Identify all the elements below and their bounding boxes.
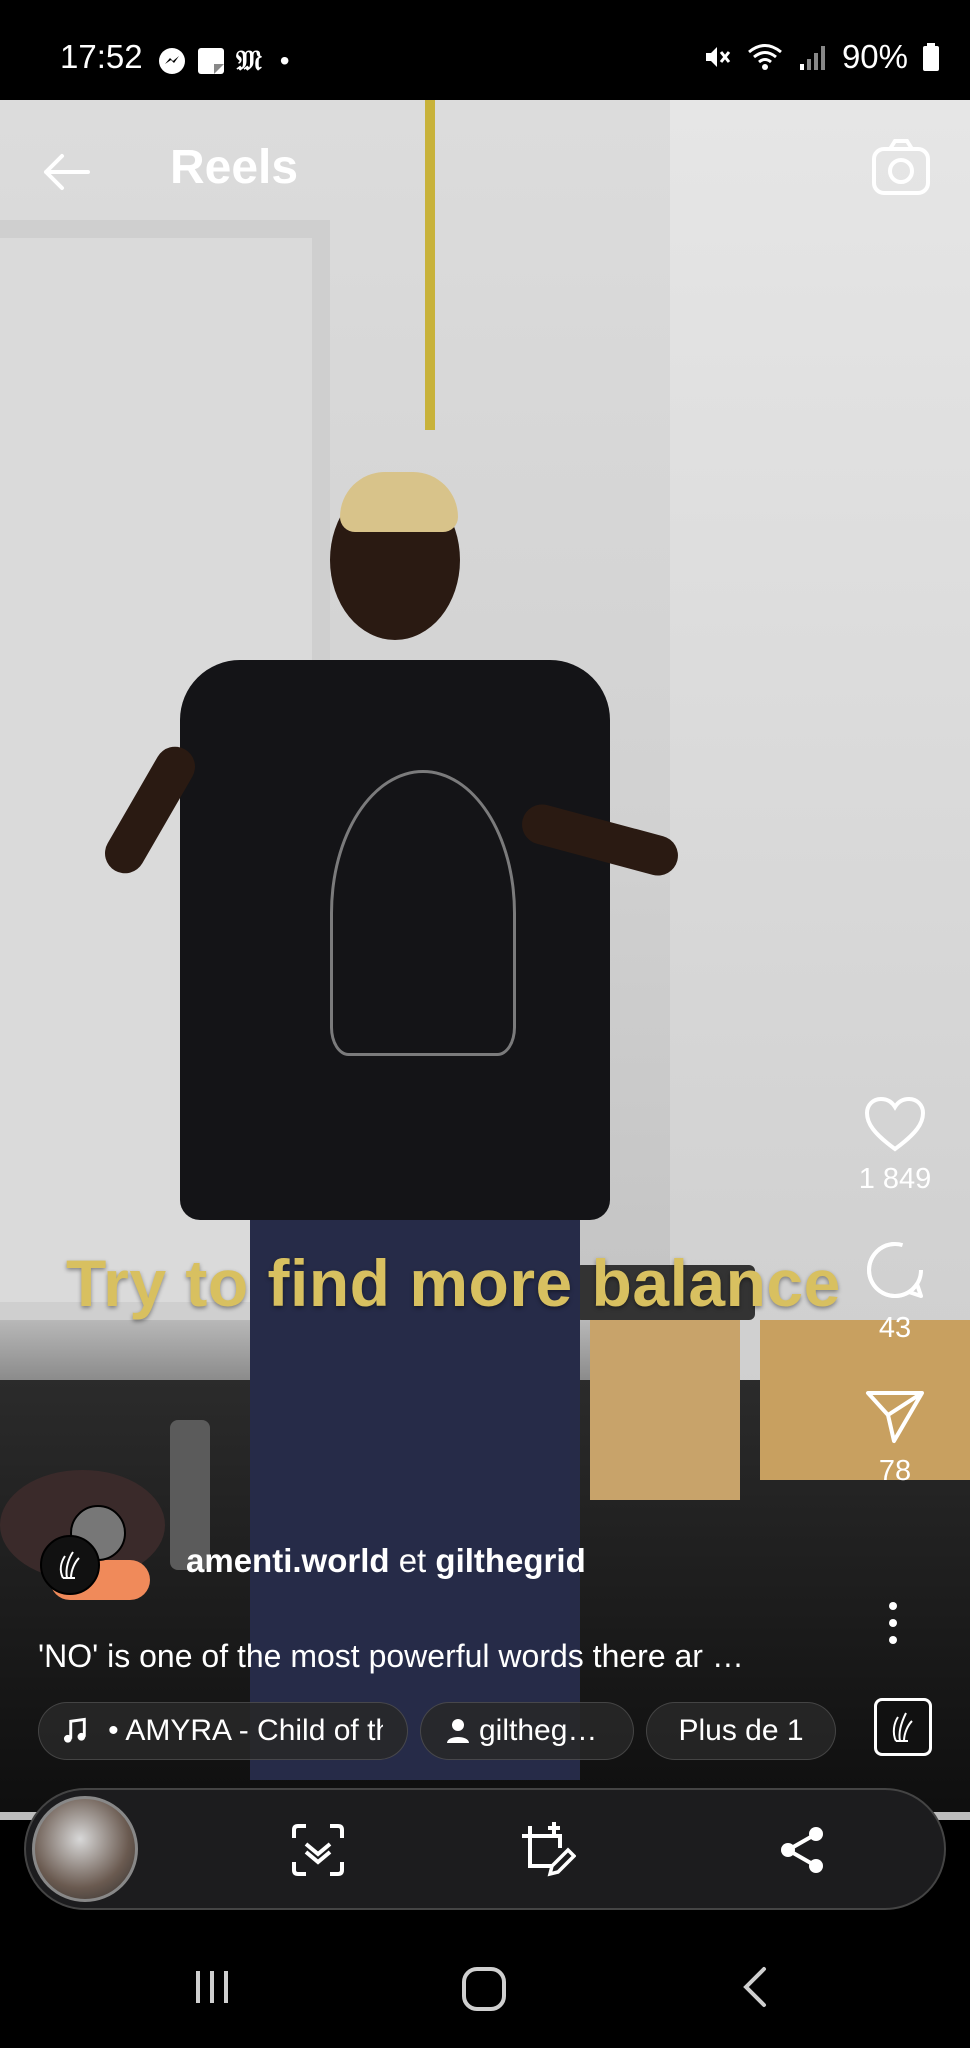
page-title: Reels (170, 141, 299, 194)
send-icon[interactable] (864, 1387, 926, 1445)
music-note-icon (63, 1717, 86, 1743)
share-action: 78 (850, 1387, 940, 1488)
share-count: 78 (878, 1455, 912, 1487)
back-icon[interactable] (740, 1965, 770, 2009)
like-action: 1 849 (850, 1095, 940, 1196)
tagged-user-chip[interactable]: giltheg… (420, 1702, 634, 1760)
comment-action: 43 (850, 1238, 940, 1345)
wifi-icon (747, 44, 782, 70)
signal-icon (799, 46, 825, 70)
pipe (425, 100, 435, 430)
author-connector: et (398, 1542, 427, 1579)
more-chip-label: Plus de 1 (678, 1714, 804, 1747)
like-count: 1 849 (858, 1163, 932, 1195)
reel-thumbnail[interactable] (32, 1796, 138, 1902)
scan-icon[interactable] (288, 1820, 348, 1880)
comment-count: 43 (878, 1312, 912, 1344)
heart-icon[interactable] (863, 1095, 927, 1153)
notes-icon (198, 48, 224, 74)
author-secondary[interactable]: gilthegrid (435, 1542, 585, 1579)
author-avatars[interactable] (40, 1505, 140, 1595)
person-hair (340, 472, 458, 532)
status-bar: 17:52 𝔐 • 90% (0, 0, 970, 100)
avatar[interactable] (40, 1535, 100, 1595)
audio-thumbnail[interactable] (874, 1698, 932, 1756)
dot-icon: • (279, 45, 290, 76)
shirt-print (330, 770, 516, 1056)
chip-row: • AMYRA - Child of th giltheg… Plus de 1 (38, 1702, 836, 1760)
gothic-m-icon: 𝔐 (236, 44, 262, 77)
battery-percent: 90% (841, 38, 908, 75)
battery-icon (923, 43, 939, 71)
author-row: amenti.world et gilthegrid (40, 1505, 586, 1595)
home-icon[interactable] (460, 1965, 508, 2013)
tagged-user-label: giltheg… (479, 1714, 598, 1747)
comment-icon[interactable] (863, 1238, 927, 1302)
post-caption[interactable]: 'NO' is one of the most powerful words t… (38, 1638, 744, 1675)
hand-logo-icon (59, 1551, 80, 1579)
status-time: 17:52 (60, 38, 143, 75)
stool (590, 1320, 740, 1500)
music-chip-label: • AMYRA - Child of th (108, 1714, 383, 1747)
status-indicators: 90% (702, 38, 940, 76)
bottom-dock (24, 1788, 946, 1910)
author-names[interactable]: amenti.world et gilthegrid (186, 1542, 586, 1580)
share-icon[interactable] (772, 1820, 832, 1880)
music-chip[interactable]: • AMYRA - Child of th (38, 1702, 408, 1760)
messenger-icon (159, 48, 185, 74)
video-caption-overlay: Try to find more balance (66, 1246, 841, 1320)
edit-crop-icon[interactable] (516, 1820, 576, 1880)
camera-icon[interactable] (868, 135, 934, 201)
recents-icon[interactable] (190, 1965, 234, 2009)
mute-icon (705, 47, 731, 67)
more-options-icon[interactable] (878, 1598, 908, 1648)
person-icon (447, 1719, 469, 1743)
back-arrow-icon[interactable] (36, 142, 96, 202)
author-primary[interactable]: amenti.world (186, 1542, 390, 1579)
side-actions: 1 849 43 78 (850, 1095, 940, 1530)
more-chip[interactable]: Plus de 1 (646, 1702, 836, 1760)
notification-icons: 𝔐 • (158, 44, 290, 78)
hand-logo-icon (892, 1712, 913, 1742)
